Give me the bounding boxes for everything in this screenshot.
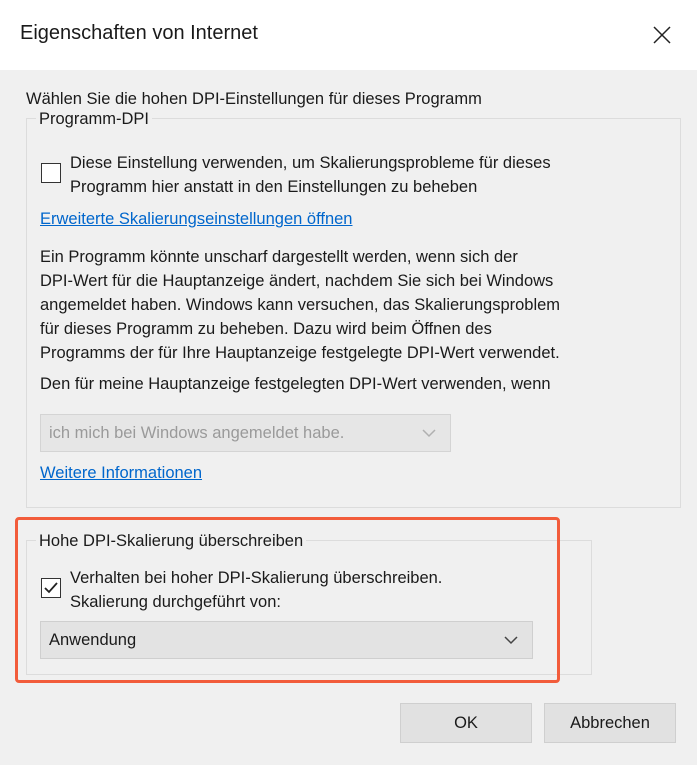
dpi-description-line: angemeldet haben. Windows kann versuchen…	[40, 296, 561, 314]
dpi-description-line: Programms der für Ihre Hauptanzeige fest…	[40, 344, 560, 362]
program-dpi-checkbox[interactable]	[41, 163, 61, 183]
dialog-content: Wählen Sie die hohen DPI-Einstellungen f…	[0, 70, 697, 765]
program-dpi-checkbox-label-line2: Programm hier anstatt in den Einstellung…	[70, 178, 478, 196]
dpi-description-line: Ein Programm könnte unscharf dargestellt…	[40, 248, 518, 266]
use-dpi-text: Den für meine Hauptanzeige festgelegten …	[40, 375, 551, 393]
close-icon	[653, 26, 671, 44]
advanced-scaling-link[interactable]: Erweiterte Skalierungseinstellungen öffn…	[40, 210, 352, 229]
dpi-timing-select: ich mich bei Windows angemeldet habe.	[40, 414, 451, 452]
dpi-timing-select-value: ich mich bei Windows angemeldet habe.	[49, 424, 345, 442]
more-info-link[interactable]: Weitere Informationen	[40, 464, 202, 483]
dpi-heading: Wählen Sie die hohen DPI-Einstellungen f…	[26, 90, 482, 108]
program-dpi-checkbox-label-line1: Diese Einstellung verwenden, um Skalieru…	[70, 154, 551, 172]
program-dpi-group-label: Programm-DPI	[36, 110, 153, 129]
dpi-description-line: für dieses Programm zu beheben. Dazu wir…	[40, 320, 492, 338]
dialog-window: Eigenschaften von Internet Wählen Sie di…	[0, 0, 697, 765]
cancel-button[interactable]: Abbrechen	[544, 703, 676, 743]
ok-button[interactable]: OK	[400, 703, 532, 743]
highlight-box	[15, 517, 560, 683]
chevron-down-icon	[422, 429, 436, 438]
close-button[interactable]	[627, 0, 697, 70]
dpi-description: Ein Programm könnte unscharf dargestellt…	[40, 245, 680, 365]
window-title: Eigenschaften von Internet	[20, 22, 258, 44]
dpi-description-line: DPI-Wert für die Hauptanzeige ändert, na…	[40, 272, 554, 290]
program-dpi-checkbox-label[interactable]: Diese Einstellung verwenden, um Skalieru…	[70, 151, 670, 199]
title-bar: Eigenschaften von Internet	[0, 0, 697, 70]
